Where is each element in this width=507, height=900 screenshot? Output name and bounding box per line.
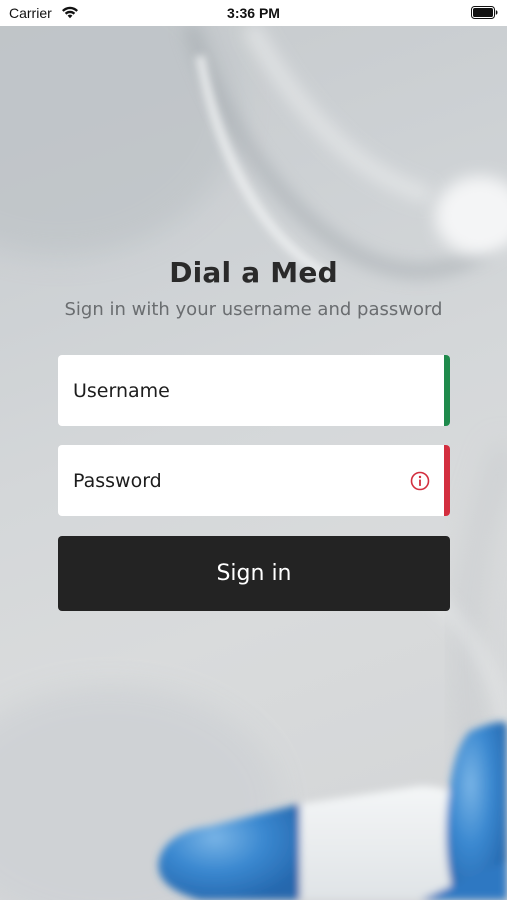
- login-screen: Dial a Med Sign in with your username an…: [0, 0, 507, 900]
- status-bar: Carrier 3:36 PM: [0, 0, 507, 26]
- username-field[interactable]: [58, 355, 450, 426]
- app-title: Dial a Med: [169, 256, 338, 289]
- battery-icon: [471, 6, 498, 19]
- password-error-indicator: [444, 445, 450, 516]
- username-valid-indicator: [444, 355, 450, 426]
- password-field[interactable]: [58, 445, 450, 516]
- info-icon[interactable]: [410, 471, 430, 491]
- clock-time: 3:36 PM: [227, 5, 280, 21]
- sign-in-button[interactable]: Sign in: [58, 536, 450, 611]
- username-input[interactable]: [73, 355, 393, 426]
- password-input[interactable]: [73, 445, 393, 516]
- login-subtitle: Sign in with your username and password: [64, 299, 443, 320]
